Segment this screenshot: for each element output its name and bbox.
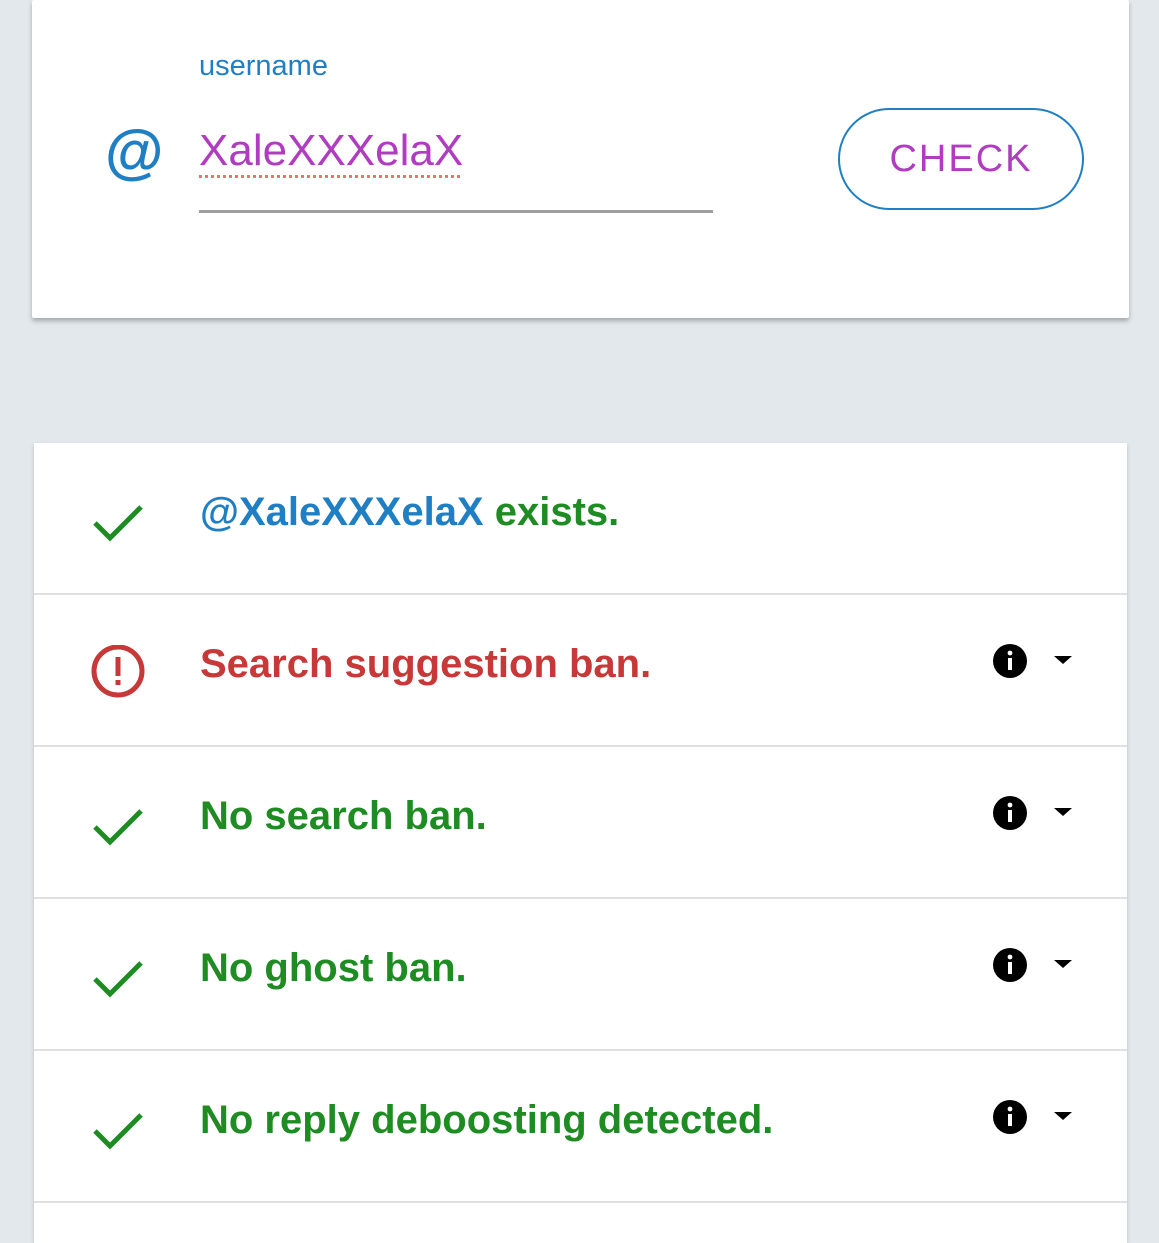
result-text: No search ban.	[200, 794, 487, 838]
info-icon[interactable]	[992, 1099, 1028, 1135]
result-text: Search suggestion ban.	[200, 642, 652, 686]
result-row-ghost-ban: No ghost ban.	[34, 899, 1127, 1051]
result-handle: @XaleXXXelaX	[200, 490, 484, 534]
caret-down-icon[interactable]	[1052, 957, 1074, 971]
username-field-label: username	[199, 50, 328, 82]
result-text-suffix: exists.	[483, 490, 620, 534]
username-input[interactable]: XaleXXXelaX	[199, 118, 713, 213]
username-check-card: username @ XaleXXXelaX CHECK	[32, 0, 1129, 318]
check-icon	[93, 1113, 143, 1150]
info-icon[interactable]	[992, 947, 1028, 983]
result-row-exists: @XaleXXXelaX exists.	[34, 443, 1127, 595]
username-input-value[interactable]: XaleXXXelaX	[199, 126, 463, 176]
result-text: No ghost ban.	[200, 946, 467, 990]
info-icon[interactable]	[992, 795, 1028, 831]
result-row-search-suggestion: Search suggestion ban.	[34, 595, 1127, 747]
caret-down-icon[interactable]	[1052, 805, 1074, 819]
check-icon	[93, 809, 143, 846]
check-icon	[93, 505, 143, 542]
caret-down-icon[interactable]	[1052, 1109, 1074, 1123]
check-button[interactable]: CHECK	[838, 108, 1084, 210]
result-row-reply-deboosting: No reply deboosting detected.	[34, 1051, 1127, 1203]
at-sign-icon: @	[104, 119, 163, 186]
info-icon[interactable]	[992, 643, 1028, 679]
check-icon	[93, 961, 143, 998]
result-row-search-ban: No search ban.	[34, 747, 1127, 899]
alert-circle-icon	[91, 645, 145, 698]
caret-down-icon[interactable]	[1052, 653, 1074, 667]
result-text: @XaleXXXelaX exists.	[200, 490, 619, 535]
results-list: @XaleXXXelaX exists. Search suggestion b…	[34, 443, 1127, 1243]
result-text: No reply deboosting detected.	[200, 1098, 774, 1142]
